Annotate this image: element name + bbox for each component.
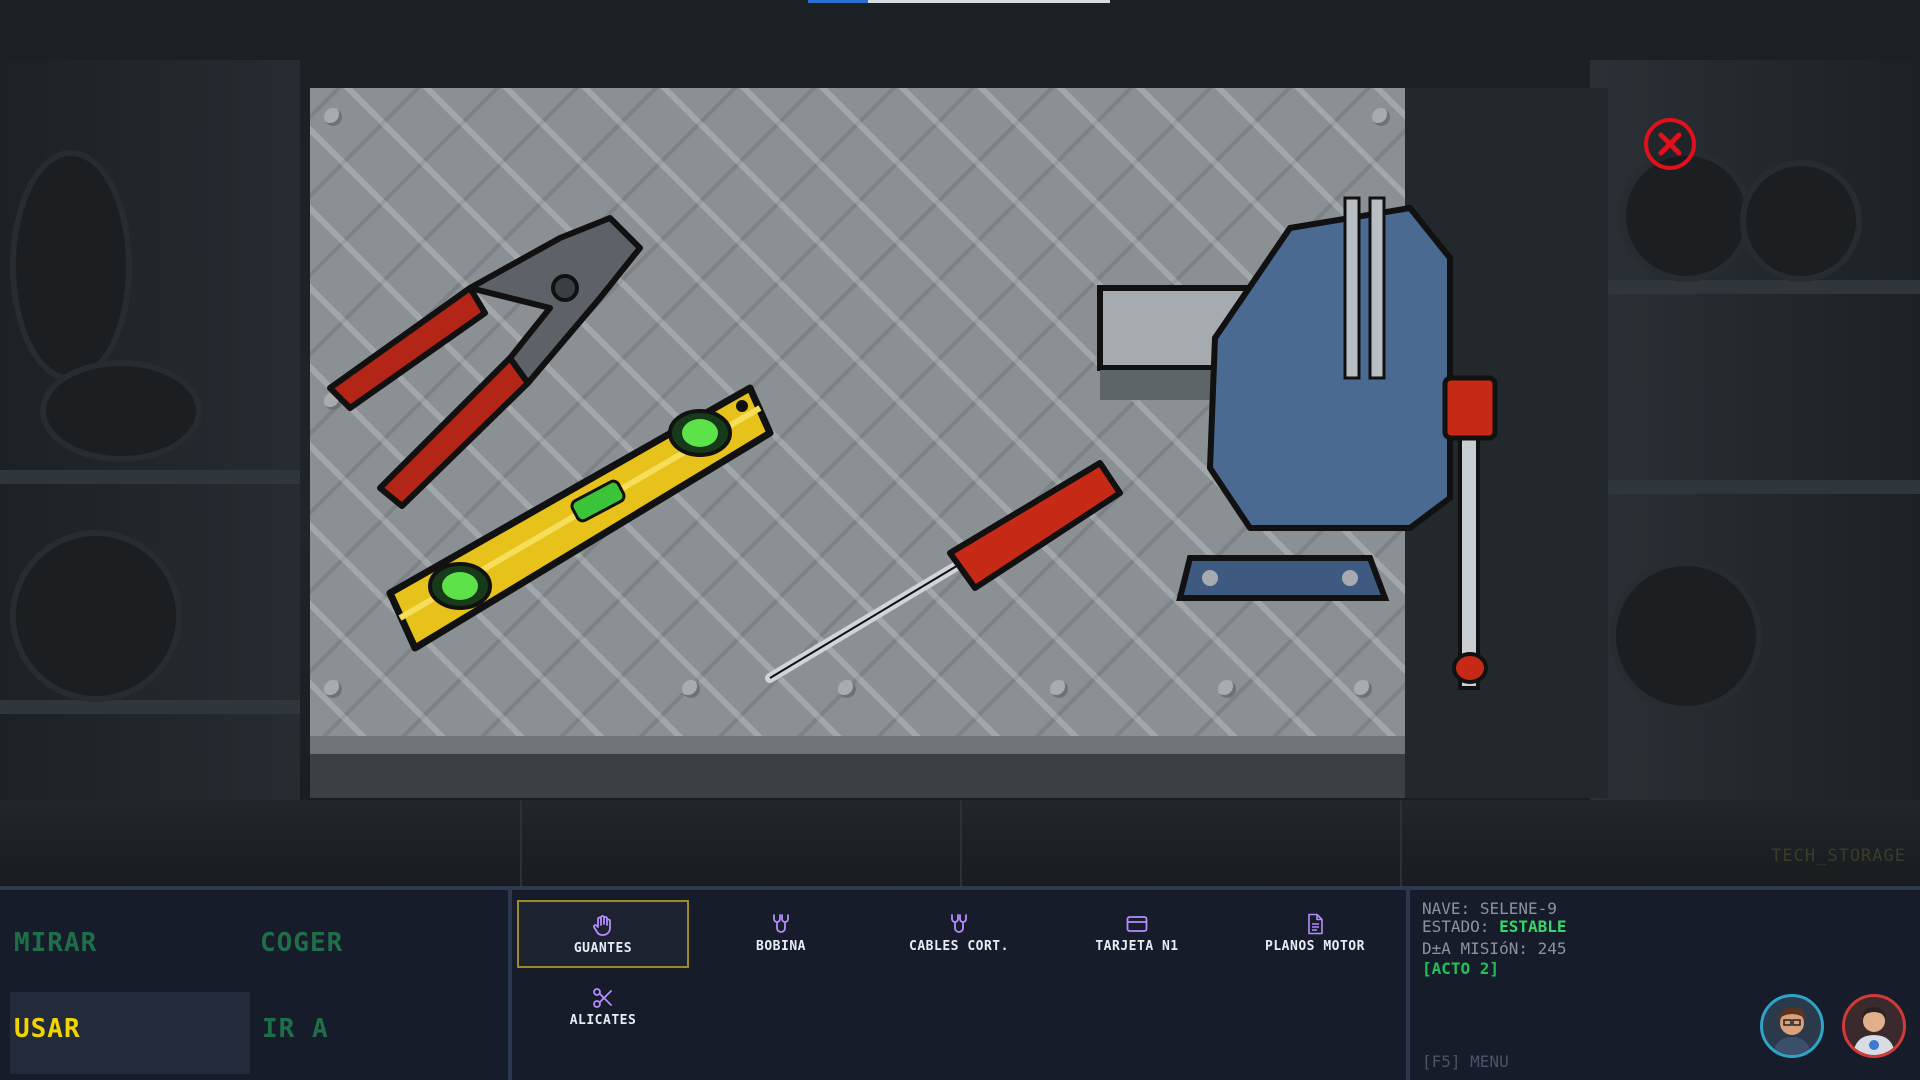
state-status-line: ESTADO: ESTABLE [1422, 918, 1912, 936]
screwdriver-icon[interactable] [765, 460, 1123, 683]
shelf-plank [1590, 480, 1920, 494]
card-icon [1126, 916, 1148, 932]
state-label: ESTADO: [1422, 917, 1490, 936]
hud-divider [1406, 890, 1410, 1080]
tools-layer [327, 196, 1498, 690]
workbench-closeup-panel [310, 88, 1608, 798]
mission-day-line: D±A MISIóN: 245 [1422, 940, 1912, 958]
close-icon [1658, 132, 1682, 156]
ship-label: NAVE: [1422, 899, 1471, 918]
mission-day-value: 245 [1537, 939, 1567, 958]
verb-use-button[interactable]: USAR [14, 1014, 81, 1044]
state-value: ESTABLE [1499, 917, 1567, 936]
cable-spool [10, 150, 132, 382]
close-button[interactable] [1644, 118, 1696, 170]
floor-seam [960, 800, 962, 886]
inventory-item-label: ALICATES [569, 1013, 637, 1028]
inventory-item-coil[interactable]: BOBINA [695, 900, 867, 968]
cable-spool [1620, 150, 1752, 282]
menu-hint[interactable]: [F5] MENU [1422, 1052, 1509, 1071]
pliers-icon[interactable] [327, 215, 643, 509]
cable-spool [1610, 560, 1762, 712]
document-icon [1308, 913, 1323, 935]
glove-icon [593, 915, 611, 936]
floor-seam [1400, 800, 1402, 886]
inventory-item-gloves[interactable]: GUANTES [517, 900, 689, 968]
verb-take-button[interactable]: COGER [260, 928, 343, 958]
inventory-item-engine-plans[interactable]: PLANOS MOTOR [1229, 900, 1401, 968]
shelf-plank [0, 700, 300, 714]
ship-status-line: NAVE: SELENE-9 [1422, 900, 1912, 918]
inventory-panel: GUANTES BOBINA CABLES CORT. TARJETA N1 P… [512, 890, 1406, 1080]
inventory-item-label: CABLES CORT. [909, 939, 1009, 954]
verb-goto-button[interactable]: IR A [262, 1014, 329, 1044]
mission-day-label: D±A MISIóN: [1422, 939, 1528, 958]
inventory-item-card-n1[interactable]: TARJETA N1 [1051, 900, 1223, 968]
left-shelf [0, 60, 300, 860]
inventory-item-label: GUANTES [573, 941, 633, 956]
scissors-icon [593, 988, 612, 1008]
cable-icon [773, 914, 789, 933]
cable-spool [10, 530, 182, 702]
floor-seam [520, 800, 522, 886]
bottom-hud: MIRAR COGER USAR IR A GUANTES BOBINA CAB… [0, 886, 1920, 1080]
cable-spool [1740, 160, 1862, 282]
act-indicator: [ACTO 2] [1422, 959, 1500, 978]
top-progress-accent [808, 0, 868, 3]
avatar-astronaut-portrait[interactable] [1842, 994, 1906, 1058]
cable-spool [40, 360, 202, 462]
cut-cable-icon [951, 914, 967, 933]
shelf-plank [0, 470, 300, 484]
astronaut-avatar-icon [1853, 1007, 1895, 1055]
ship-name: SELENE-9 [1479, 899, 1557, 918]
inventory-item-label: TARJETA N1 [1095, 939, 1179, 954]
verb-look-button[interactable]: MIRAR [14, 928, 97, 958]
inventory-item-label: PLANOS MOTOR [1265, 939, 1365, 954]
inventory-item-cut-cables[interactable]: CABLES CORT. [873, 900, 1045, 968]
verb-panel: MIRAR COGER USAR IR A [0, 890, 508, 1080]
woman-avatar-icon [1773, 1007, 1811, 1055]
top-progress-bar [868, 0, 1110, 3]
room-label: TECH_STORAGE [1771, 846, 1906, 866]
inventory-item-pliers[interactable]: ALICATES [517, 974, 689, 1042]
bench-vise-icon[interactable] [1097, 196, 1498, 690]
right-shelf [1590, 60, 1920, 860]
inventory-item-label: BOBINA [756, 939, 806, 954]
shelf-plank [1590, 280, 1920, 294]
avatar-woman-portrait[interactable] [1760, 994, 1824, 1058]
